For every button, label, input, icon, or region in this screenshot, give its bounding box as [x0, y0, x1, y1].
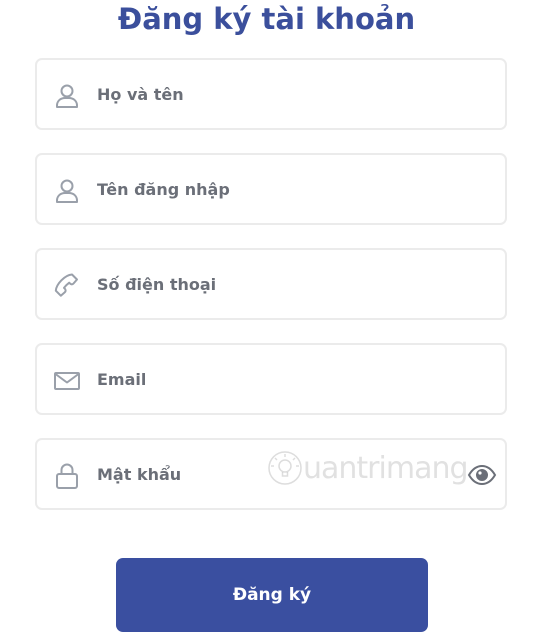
password-field[interactable]	[35, 438, 507, 510]
username-input[interactable]	[97, 155, 477, 223]
register-button[interactable]: Đăng ký	[116, 558, 428, 632]
phone-icon	[53, 272, 81, 300]
full-name-field[interactable]	[35, 58, 507, 130]
page-title: Đăng ký tài khoản	[117, 2, 416, 36]
password-input[interactable]	[97, 440, 477, 508]
username-field[interactable]	[35, 153, 507, 225]
lock-icon	[53, 462, 81, 490]
user-icon	[53, 82, 81, 110]
email-input[interactable]	[97, 345, 477, 413]
eye-icon[interactable]	[467, 462, 497, 488]
email-field[interactable]	[35, 343, 507, 415]
phone-input[interactable]	[97, 250, 477, 318]
mail-icon	[53, 367, 81, 395]
user-icon	[53, 177, 81, 205]
full-name-input[interactable]	[97, 60, 477, 128]
phone-field[interactable]	[35, 248, 507, 320]
